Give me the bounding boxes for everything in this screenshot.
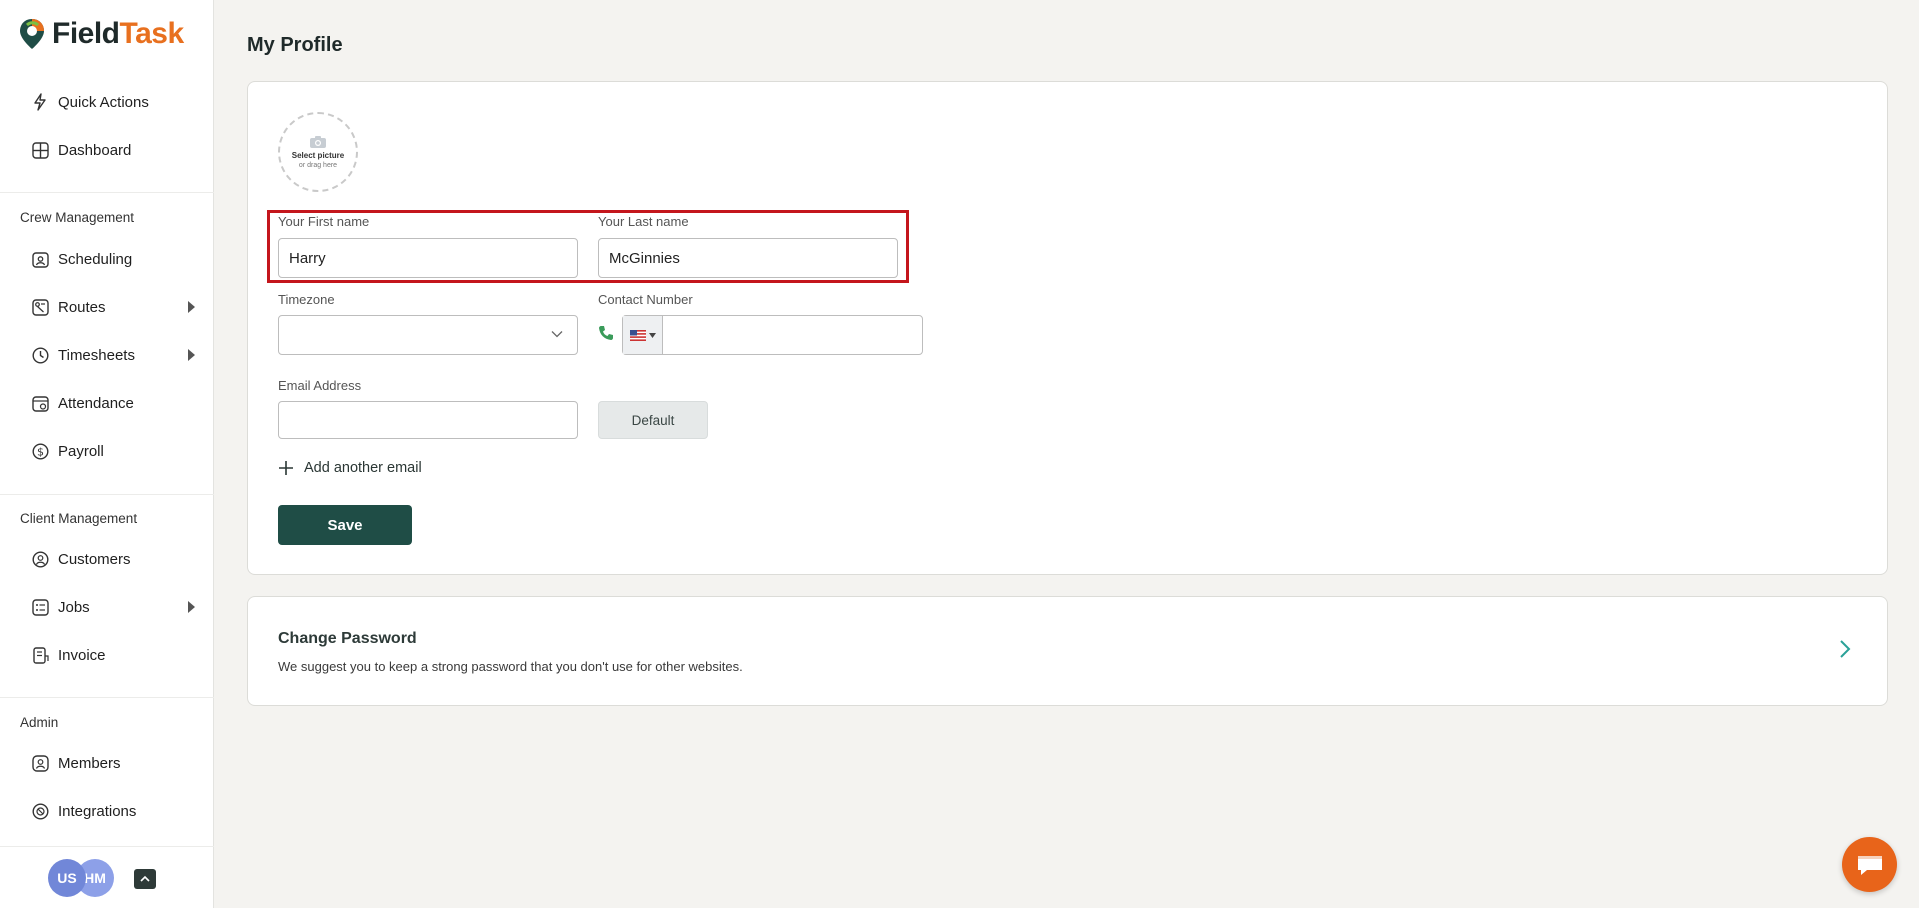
last-name-label: Your Last name (598, 214, 689, 229)
sidebar-item-scheduling[interactable]: Scheduling (30, 245, 195, 273)
profile-card: Select picture or drag here Your First n… (247, 81, 1888, 575)
sidebar-item-label: Integrations (58, 802, 137, 820)
expand-caret-icon[interactable] (188, 301, 195, 313)
dollar-icon: $ (30, 441, 50, 461)
sidebar-item-jobs[interactable]: Jobs (30, 593, 195, 621)
change-password-subtitle: We suggest you to keep a strong password… (278, 659, 743, 674)
timezone-select[interactable] (278, 315, 578, 355)
sidebar-item-label: Payroll (58, 442, 104, 460)
sidebar-item-routes[interactable]: Routes (30, 293, 195, 321)
chevron-down-icon (551, 331, 563, 338)
sidebar-footer: US HM (0, 846, 214, 908)
sidebar-item-label: Quick Actions (58, 93, 149, 111)
logo-mark-icon (20, 19, 44, 49)
sidebar-item-label: Scheduling (58, 250, 133, 268)
page-title: My Profile (247, 34, 343, 56)
avatar[interactable]: US (48, 859, 86, 897)
customer-icon (30, 549, 50, 569)
expand-caret-icon[interactable] (188, 349, 195, 361)
sidebar-divider (0, 192, 214, 193)
sidebar-item-label: Dashboard (58, 141, 132, 159)
lightning-icon (30, 92, 50, 112)
chat-icon (1857, 855, 1882, 875)
caret-down-icon (648, 332, 656, 338)
section-title-admin: Admin (20, 715, 59, 730)
sidebar-item-timesheets[interactable]: Timesheets (30, 341, 195, 369)
sidebar-item-label: Timesheets (58, 346, 135, 364)
upload-label: Select picture (291, 151, 345, 160)
default-email-button[interactable]: Default (598, 401, 708, 439)
sidebar-item-dashboard[interactable]: Dashboard (30, 136, 195, 164)
chat-widget-button[interactable] (1842, 837, 1897, 892)
calendar-check-icon (30, 393, 50, 413)
invoice-icon (30, 645, 50, 665)
sidebar-item-customers[interactable]: Customers (30, 545, 195, 573)
chevron-right-icon[interactable] (1839, 639, 1851, 659)
us-flag-icon (629, 329, 646, 341)
plus-icon (279, 461, 293, 475)
country-code-select[interactable] (623, 316, 663, 354)
first-name-input[interactable]: Harry (278, 238, 578, 278)
last-name-input[interactable]: McGinnies (598, 238, 898, 278)
timezone-label: Timezone (278, 292, 335, 307)
brand-logo[interactable]: FieldTask (18, 16, 184, 52)
sidebar-item-integrations[interactable]: Integrations (30, 797, 195, 825)
profile-picture-upload[interactable]: Select picture or drag here (278, 112, 358, 192)
add-email-button[interactable]: Add another email (278, 460, 422, 476)
expand-caret-icon[interactable] (188, 601, 195, 613)
collapse-button[interactable] (134, 869, 156, 889)
section-title-crew: Crew Management (20, 210, 135, 225)
jobs-icon (30, 597, 50, 617)
sidebar-item-label: Invoice (58, 646, 106, 664)
member-icon (30, 753, 50, 773)
phone-icon (599, 326, 613, 340)
first-name-label: Your First name (278, 214, 370, 229)
change-password-card[interactable]: Change Password We suggest you to keep a… (247, 596, 1888, 706)
sidebar-item-invoice[interactable]: Invoice (30, 641, 195, 669)
section-title-client: Client Management (20, 511, 138, 526)
svg-text:$: $ (37, 445, 44, 458)
add-email-label: Add another email (304, 460, 422, 476)
contact-number-field (622, 315, 923, 355)
change-password-title: Change Password (278, 630, 417, 647)
sidebar-item-label: Jobs (58, 598, 90, 616)
save-button[interactable]: Save (278, 505, 412, 545)
sidebar-item-label: Members (58, 754, 121, 772)
sidebar-item-quick-actions[interactable]: Quick Actions (30, 88, 195, 116)
upload-hint: or drag here (298, 162, 338, 169)
integrations-icon (30, 801, 50, 821)
sidebar-item-label: Attendance (58, 394, 134, 412)
sidebar-divider (0, 697, 214, 698)
sidebar-divider (0, 494, 214, 495)
email-input[interactable] (278, 401, 578, 439)
sidebar-item-payroll[interactable]: $ Payroll (30, 437, 195, 465)
dashboard-icon (30, 140, 50, 160)
sidebar: FieldTask Quick Actions Dashboard Crew M… (0, 0, 214, 908)
camera-icon (310, 136, 326, 148)
routes-icon (30, 297, 50, 317)
sidebar-item-members[interactable]: Members (30, 749, 195, 777)
sidebar-item-label: Routes (58, 298, 106, 316)
calendar-person-icon (30, 249, 50, 269)
chevron-up-icon (140, 875, 150, 882)
contact-number-label: Contact Number (598, 292, 693, 307)
sidebar-item-label: Customers (58, 550, 131, 568)
sidebar-item-attendance[interactable]: Attendance (30, 389, 195, 417)
brand-name: FieldTask (52, 17, 184, 50)
clock-icon (30, 345, 50, 365)
email-label: Email Address (278, 378, 362, 393)
